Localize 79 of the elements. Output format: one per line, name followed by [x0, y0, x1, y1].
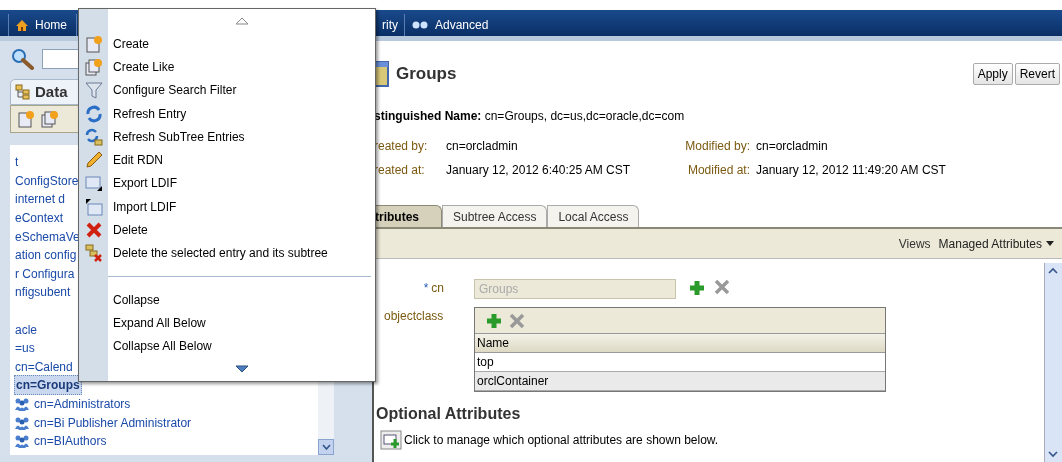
refresh-icon: [84, 104, 103, 123]
create-like-icon[interactable]: [41, 110, 59, 128]
field-value: cn=orcladmin: [446, 138, 519, 155]
objectclass-label: objectclass: [384, 308, 445, 325]
menu-item[interactable]: Refresh SubTree Entries: [113, 127, 245, 146]
menu-item[interactable]: Export LDIF: [113, 174, 178, 193]
delete-subtree-icon: [84, 244, 103, 263]
users-icon: [14, 397, 30, 411]
manage-attributes-link[interactable]: Click to manage which optional attributes are shown below.: [404, 431, 719, 449]
column-header[interactable]: Name: [475, 334, 885, 353]
tree-item[interactable]: cn=Administrators: [33, 395, 132, 413]
delete-icon: [84, 221, 103, 240]
menu-item[interactable]: Collapse: [113, 290, 160, 309]
field-value: cn=orcladmin: [756, 138, 829, 155]
chevron-down-icon: [321, 444, 331, 450]
tree-item[interactable]: acle: [14, 320, 38, 339]
add-attribute-icon[interactable]: [380, 430, 402, 450]
menu-item[interactable]: Configure Search Filter: [113, 81, 237, 100]
pencil-icon: [84, 151, 103, 170]
add-icon[interactable]: [485, 311, 503, 330]
funnel-icon: [84, 81, 103, 100]
scroll-down-button[interactable]: [318, 439, 334, 455]
menu-item[interactable]: Import LDIF: [113, 197, 177, 216]
caret-icon: [1046, 241, 1054, 246]
tree-item[interactable]: nfigsubent: [14, 283, 72, 302]
scrollbar[interactable]: [1044, 263, 1062, 462]
distinguished-name: stinguished Name: cn=Groups, dc=us,dc=oracle,dc=com: [374, 108, 686, 125]
home-icon: [15, 18, 29, 32]
tab[interactable]: Subtree Access: [442, 205, 548, 227]
action-button[interactable]: Revert: [1014, 63, 1060, 85]
menu-item[interactable]: Delete: [113, 221, 148, 240]
tree-item[interactable]: cn=Bi Publisher Administrator: [33, 413, 193, 432]
tree-item[interactable]: t: [14, 153, 20, 172]
field-value: January 12, 2012 6:40:25 AM CST: [446, 162, 632, 179]
create-icon: [84, 34, 103, 53]
field-label: Modified by:: [684, 138, 750, 155]
search-icon[interactable]: [10, 48, 36, 70]
cn-label: * cn: [423, 281, 444, 295]
create-icon[interactable]: [17, 110, 35, 128]
tree-icon: [15, 84, 31, 100]
field-value: January 12, 2012 11:49:20 AM CST: [756, 162, 947, 179]
scroll-up-icon[interactable]: [234, 16, 249, 25]
field-label: Modified at:: [686, 162, 750, 179]
tree-item[interactable]: r Configura: [14, 264, 76, 283]
add-icon[interactable]: [688, 279, 706, 297]
users-icon: [14, 415, 30, 430]
menu-item[interactable]: Create Like: [113, 58, 175, 76]
tree-item[interactable]: internet d: [14, 190, 67, 209]
menu-item[interactable]: Create: [113, 34, 150, 53]
tree-item[interactable]: ation config: [14, 246, 78, 265]
tree-item[interactable]: eSchemaVe: [14, 227, 81, 246]
table-cell: orclContainer: [475, 372, 885, 391]
create-like-icon: [84, 58, 103, 76]
glasses-icon: [411, 20, 429, 30]
menu-item[interactable]: Edit RDN: [113, 151, 163, 170]
tree-item[interactable]: cn=Calend: [14, 357, 74, 376]
tree-item[interactable]: =us: [14, 339, 36, 358]
remove-icon[interactable]: [509, 312, 525, 329]
page-title: Groups: [396, 63, 457, 86]
menu-item[interactable]: Collapse All Below: [113, 337, 212, 356]
tree-item[interactable]: cn=BIAuthors: [33, 432, 108, 451]
tree-item[interactable]: ConfigStore: [14, 171, 80, 190]
users-icon: [14, 434, 30, 449]
menu-item[interactable]: Expand All Below: [113, 313, 206, 332]
views-label: Views: [898, 235, 931, 253]
refresh-subtree-icon: [84, 127, 103, 146]
remove-icon[interactable]: [714, 279, 730, 295]
section-heading: Optional Attributes: [376, 404, 522, 424]
managed-attributes-menu[interactable]: Managed Attributes: [938, 234, 1054, 253]
tab[interactable]: Local Access: [547, 205, 640, 227]
menu-item[interactable]: Delete the selected entry and its subtree: [113, 244, 328, 263]
scroll-down-icon[interactable]: [234, 365, 249, 374]
menu-item[interactable]: Refresh Entry: [113, 104, 187, 123]
tree-item[interactable]: cn=Groups: [14, 375, 82, 396]
tree-item[interactable]: eContext: [14, 209, 65, 228]
tab[interactable]: tributes: [374, 205, 442, 227]
action-button[interactable]: Apply: [972, 63, 1013, 85]
import-icon: [84, 197, 103, 216]
export-icon: [84, 174, 103, 193]
